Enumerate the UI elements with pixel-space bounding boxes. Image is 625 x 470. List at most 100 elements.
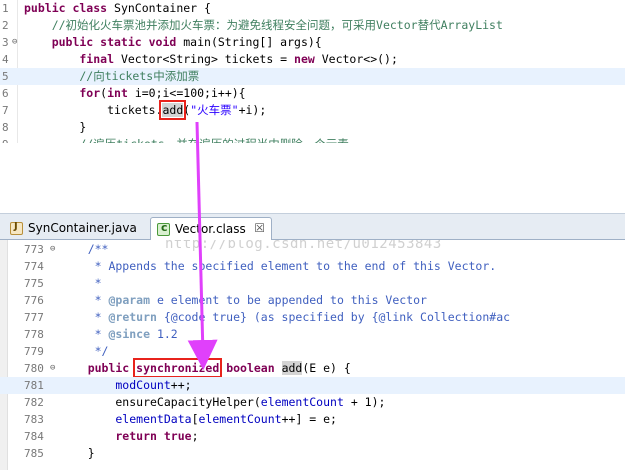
code-line[interactable]: 776 * @param e element to be appended to… [0, 292, 625, 309]
code-text: * @return {@code true} (as specified by … [60, 309, 510, 326]
line-number: 4 [2, 53, 9, 66]
code-line[interactable]: 1 public class SynContainer { [0, 0, 625, 17]
tab-syncontainer-java[interactable]: SynContainer.java [4, 217, 146, 240]
code-text: public synchronized boolean add(E e) { [60, 358, 351, 378]
code-line[interactable]: 774 * Appends the specified element to t… [0, 258, 625, 275]
code-text: * @since 1.2 [60, 326, 178, 343]
code-token: elementData [60, 412, 192, 426]
code-token: for [24, 86, 101, 100]
code-token: */ [60, 344, 109, 358]
code-token: +i); [238, 103, 267, 117]
code-text: final Vector<String> tickets = new Vecto… [24, 51, 398, 68]
code-text: public class SynContainer { [24, 0, 211, 17]
code-token: } [60, 446, 95, 460]
code-token: "火车票" [190, 103, 239, 117]
line-number: 784 [24, 430, 44, 443]
line-number: 785 [24, 447, 44, 460]
code-token: modCount [60, 378, 171, 392]
code-line[interactable]: 781 modCount++; [0, 377, 625, 394]
close-icon[interactable]: ☒ [254, 221, 265, 235]
bottom-editor-pane[interactable]: 773 ⊖ /** 774 * Appends the specified elem… [0, 240, 625, 470]
code-line[interactable]: 779 */ [0, 343, 625, 360]
code-line[interactable]: 778 * @since 1.2 [0, 326, 625, 343]
code-line[interactable]: 785 } [0, 445, 625, 462]
code-token: //遍历tickets，并在遍历的过程当中删除一个元素 [24, 137, 348, 143]
code-token: @since [108, 327, 151, 341]
code-token: i=0;i<=100;i++){ [134, 86, 246, 100]
code-line[interactable]: 9 //遍历tickets，并在遍历的过程当中删除一个元素 [0, 136, 625, 143]
editor-tab-bar: SynContainer.java Vector.class ☒ [0, 213, 625, 240]
code-token: Vector<String> tickets = [120, 52, 295, 66]
code-token: e element to be appended to this Vector [150, 293, 427, 307]
line-number: 8 [2, 121, 9, 134]
code-text: for(int i=0;i<=100;i++){ [24, 85, 246, 102]
code-token: ++] = e; [281, 412, 337, 426]
code-token: * [60, 310, 109, 324]
code-line[interactable]: 782 ensureCapacityHelper(elementCount + … [0, 394, 625, 411]
code-token: public [60, 361, 137, 375]
code-text: modCount++; [60, 377, 191, 394]
code-text: elementData[elementCount++] = e; [60, 411, 337, 428]
code-line[interactable]: 780 ⊖ public synchronized boolean add(E e… [0, 358, 625, 378]
code-token: add [281, 361, 303, 375]
tab-vector-class[interactable]: Vector.class ☒ [150, 217, 272, 240]
line-number: 5 [2, 70, 9, 83]
code-token: /** [60, 242, 109, 256]
code-token: (E e) { [302, 361, 351, 375]
line-number: 783 [24, 413, 44, 426]
code-text: /** [60, 241, 109, 258]
line-number: 7 [2, 104, 9, 117]
code-token: Vector<>(); [321, 52, 398, 66]
code-token: {@code true} (as specified by {@link Col… [156, 310, 511, 324]
line-number: 774 [24, 260, 44, 273]
fold-minus-icon[interactable]: ⊖ [12, 34, 17, 51]
code-text: */ [60, 343, 109, 360]
line-number: 1 [2, 2, 9, 15]
line-number: 778 [24, 328, 44, 341]
code-line[interactable]: 783 elementData[elementCount++] = e; [0, 411, 625, 428]
class-file-icon [157, 221, 170, 236]
code-text: return true; [60, 428, 198, 445]
line-number: 773 [24, 243, 44, 256]
code-text: tickets.add("火车票"+i); [24, 100, 267, 120]
code-text: ensureCapacityHelper(elementCount + 1); [60, 394, 385, 411]
code-line[interactable]: 784 return true; [0, 428, 625, 445]
code-token: return true [60, 429, 192, 443]
code-line[interactable]: 775 * [0, 275, 625, 292]
fold-minus-icon[interactable]: ⊖ [50, 241, 55, 258]
code-line[interactable]: 4 final Vector<String> tickets = new Vec… [0, 51, 625, 68]
code-token: //初始化火车票池并添加火车票：为避免线程安全问题，可采用Vector替代Arr… [24, 18, 503, 32]
code-token: SynContainer { [114, 1, 211, 15]
line-number: 6 [2, 87, 9, 100]
code-line[interactable]: 7 tickets.add("火车票"+i); [0, 100, 625, 120]
code-token: public class [24, 1, 115, 15]
code-token: @param [108, 293, 151, 307]
code-token: * [60, 293, 109, 307]
code-token: * Appends the specified element to the e… [60, 259, 497, 273]
code-token: [ [191, 412, 199, 426]
java-file-icon [10, 221, 23, 235]
code-token: elementCount [198, 412, 282, 426]
code-token: + 1); [343, 395, 386, 409]
code-line[interactable]: 3 ⊖ public static void main(String[] args… [0, 34, 625, 51]
code-text: * @param e element to be appended to thi… [60, 292, 427, 309]
fold-minus-icon[interactable]: ⊖ [50, 360, 55, 377]
line-number: 781 [24, 379, 44, 392]
line-number: 777 [24, 311, 44, 324]
code-text: //向tickets中添加票 [24, 68, 199, 85]
code-line[interactable]: 6 for(int i=0;i<=100;i++){ [0, 85, 625, 102]
code-line[interactable]: 5 //向tickets中添加票 [0, 68, 625, 85]
code-line[interactable]: 8 } [0, 119, 625, 136]
code-line[interactable]: 777 * @return {@code true} (as specified… [0, 309, 625, 326]
highlighted-synchronized-keyword: synchronized [133, 358, 223, 378]
code-text: * Appends the specified element to the e… [60, 258, 497, 275]
code-line[interactable]: 2 //初始化火车票池并添加火车票：为避免线程安全问题，可采用Vector替代A… [0, 17, 625, 34]
line-number: 2 [2, 19, 9, 32]
code-token: public static void [24, 35, 184, 49]
code-token: @return [108, 310, 157, 324]
top-editor-pane[interactable]: 1 public class SynContainer {2 //初始化火车票池并… [0, 0, 625, 143]
line-number: 776 [24, 294, 44, 307]
watermark: http://blog.csdn.net/u012453843 [165, 240, 442, 252]
code-text: //初始化火车票池并添加火车票：为避免线程安全问题，可采用Vector替代Arr… [24, 17, 503, 34]
line-number: 779 [24, 345, 44, 358]
